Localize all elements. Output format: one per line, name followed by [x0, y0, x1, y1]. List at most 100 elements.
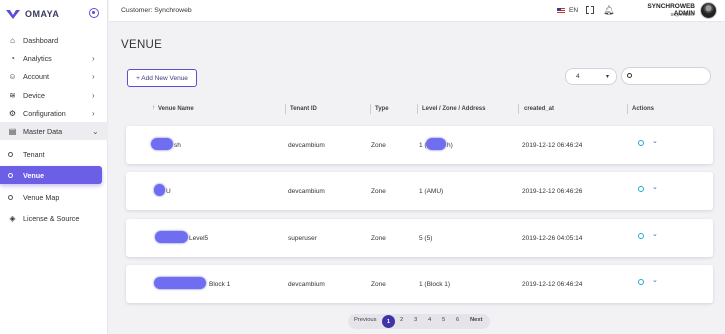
settings-icon[interactable] [638, 186, 644, 192]
redacted-venue-name [151, 138, 173, 150]
column-header-level-zone-address[interactable]: Level / Zone / Address [422, 106, 485, 112]
sidebar-item-account[interactable]: ☺ Account › [0, 67, 108, 85]
tenant-cell: devcambium [288, 188, 325, 195]
bell-icon[interactable]: 🔔︎ [603, 5, 614, 16]
sidebar-item-venue[interactable]: Venue [0, 166, 102, 184]
redacted-venue-name [154, 184, 165, 196]
customer-label: Customer: Synchroweb [121, 7, 192, 14]
brand[interactable]: OMAYA [0, 0, 107, 27]
page-button-1[interactable]: 1 [382, 315, 395, 328]
chevron-down-icon[interactable]: ⌄ [652, 183, 658, 191]
sidebar-item-master-data[interactable]: ▤ Master Data ⌄ [0, 122, 108, 140]
column-header-tenant-id[interactable]: Tenant ID [290, 106, 317, 112]
column-divider [370, 104, 371, 114]
sidebar-item-venue-map[interactable]: Venue Map [0, 188, 108, 206]
brand-name: OMAYA [25, 8, 60, 19]
sidebar: OMAYA ⌂ Dashboard ◔ Analytics › ☺ Accoun… [0, 0, 108, 334]
next-page-button[interactable]: Next [470, 317, 483, 323]
chart-icon: ◔ [10, 53, 15, 63]
chevron-down-icon[interactable]: ⌄ [652, 137, 658, 145]
level-cell: 5 (5) [419, 235, 433, 242]
sidebar-item-label: Dashboard [23, 35, 59, 45]
sidebar-item-label: Account [23, 71, 49, 81]
sidebar-item-label: Venue [23, 170, 45, 180]
tenant-cell: devcambium [288, 142, 325, 149]
redacted-level [426, 138, 446, 150]
page-button-4[interactable]: 4 [428, 317, 431, 323]
chevron-down-icon[interactable]: ⌄ [652, 276, 658, 284]
sidebar-item-configuration[interactable]: ⚙ Configuration › [0, 104, 108, 122]
page-size-select[interactable]: 4 ▾ [565, 68, 617, 85]
page-button-3[interactable]: 3 [414, 317, 417, 323]
avatar[interactable] [700, 2, 717, 19]
sidebar-item-device[interactable]: ≋ Device › [0, 86, 108, 104]
table-row[interactable]: U devcambium Zone 1 (AMU) 2019-12-12 06:… [126, 172, 713, 210]
sidebar-item-label: Analytics [23, 53, 52, 63]
redacted-venue-name [155, 231, 188, 243]
level-cell: 1 (Block 1) [419, 281, 451, 288]
venue-name-cell: Level5 [189, 235, 209, 242]
fullscreen-icon[interactable] [586, 5, 594, 15]
page-title: VENUE [121, 39, 163, 51]
created-at-cell: 2019-12-12 06:46:26 [522, 188, 583, 195]
previous-page-button[interactable]: Previous [354, 317, 377, 323]
sidebar-item-label: Venue Map [23, 192, 60, 202]
circle-icon [8, 194, 13, 200]
sidebar-item-analytics[interactable]: ◔ Analytics › [0, 49, 108, 67]
venue-name-cell: U [166, 188, 171, 195]
column-header-venue-name[interactable]: Venue Name [158, 106, 194, 112]
chevron-right-icon: › [92, 108, 95, 118]
settings-icon[interactable] [638, 233, 644, 239]
tenant-cell: devcambium [288, 281, 325, 288]
column-header-created-at[interactable]: created_at [524, 106, 554, 112]
sidebar-item-label: License & Source [23, 213, 80, 223]
language-selector[interactable]: EN [569, 7, 578, 14]
add-venue-button[interactable]: + Add New Venue [127, 69, 197, 87]
page-button-6[interactable]: 6 [456, 317, 459, 323]
column-divider [627, 104, 628, 114]
column-header-type[interactable]: Type [375, 106, 389, 112]
table-row[interactable]: Block 1 devcambium Zone 1 (Block 1) 2019… [126, 265, 713, 303]
gear-icon: ⚙ [8, 108, 17, 118]
circle-icon [8, 151, 13, 157]
chevron-right-icon: › [92, 53, 95, 63]
created-at-cell: 2019-12-26 04:05:14 [522, 235, 583, 242]
venue-name-cell: Block 1 [209, 281, 231, 288]
settings-icon[interactable] [638, 140, 644, 146]
level-cell: 1 (AMU) [419, 188, 444, 195]
chevron-down-icon: ▾ [605, 74, 609, 80]
search-icon [627, 73, 632, 78]
sidebar-item-label: Device [23, 90, 45, 100]
circle-icon [8, 172, 13, 178]
sidebar-item-label: Tenant [23, 149, 45, 159]
sidebar-item-dashboard[interactable]: ⌂ Dashboard [0, 31, 108, 49]
level-cell-suffix: h) [447, 142, 453, 149]
top-bar: Customer: Synchroweb EN 🔔︎ SYNCHROWEB AD… [109, 0, 725, 22]
column-divider [285, 104, 286, 114]
column-header-actions: Actions [632, 106, 655, 112]
type-cell: Zone [371, 235, 386, 242]
user-role: superuser [670, 12, 695, 18]
search-input[interactable] [621, 67, 711, 85]
page-button-5[interactable]: 5 [442, 317, 445, 323]
page-button-2[interactable]: 2 [400, 317, 403, 323]
brand-settings-icon[interactable] [89, 8, 99, 18]
chevron-right-icon: › [92, 90, 95, 100]
created-at-cell: 2019-12-12 06:46:24 [522, 142, 583, 149]
stack-icon: ▤ [8, 126, 17, 136]
chevron-down-icon[interactable]: ⌄ [652, 230, 658, 238]
type-cell: Zone [371, 188, 386, 195]
sort-arrow-icon[interactable]: ↑ [152, 105, 155, 111]
venue-name-cell: sh [174, 142, 181, 149]
table-row[interactable]: sh devcambium Zone 1 ( h) 2019-12-12 06:… [126, 126, 713, 164]
sidebar-item-label: Configuration [23, 108, 66, 118]
sidebar-item-tenant[interactable]: Tenant [0, 145, 108, 163]
users-icon: ☺ [8, 71, 17, 81]
created-at-cell: 2019-12-12 06:46:24 [522, 281, 583, 288]
sidebar-item-license-source[interactable]: ◈ License & Source [0, 209, 108, 227]
settings-icon[interactable] [638, 279, 644, 285]
home-icon: ⌂ [10, 35, 15, 45]
table-row[interactable]: Level5 superuser Zone 5 (5) 2019-12-26 0… [126, 219, 713, 257]
us-flag-icon[interactable] [557, 8, 565, 13]
omaya-logo-icon [6, 9, 20, 19]
